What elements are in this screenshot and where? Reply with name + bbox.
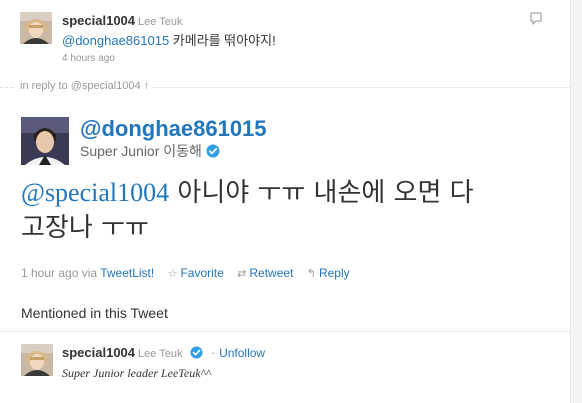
mentioned-username[interactable]: special1004 — [62, 345, 135, 360]
reply-username[interactable]: special1004 — [62, 13, 135, 28]
in-reply-to-bar: in reply to @special1004 ↑ — [0, 77, 570, 97]
arrow-up-icon: ↑ — [143, 80, 150, 92]
tweet-text-line-2: 고장나 ㅜㅠ — [21, 213, 149, 243]
in-reply-to-link[interactable]: in reply to @special1004 ↑ — [14, 80, 154, 92]
retweet-icon: ⇄ — [237, 268, 247, 280]
main-handle[interactable]: @donghae861015 — [80, 116, 267, 142]
client-link[interactable]: TweetList! — [100, 266, 154, 280]
user-avatar-icon[interactable] — [20, 12, 52, 44]
star-icon: ☆ — [167, 268, 178, 280]
reply-fullname: Lee Teuk — [138, 16, 183, 28]
reply-tweet-header: special1004 Lee Teuk — [62, 13, 182, 30]
verified-badge-icon — [206, 144, 220, 158]
reply-tweet-text: @donghae861015 카메라를 떢아야지! — [62, 33, 276, 49]
favorite-label: Favorite — [180, 266, 224, 280]
main-fullname: Super Junior 이동해 — [80, 143, 202, 159]
main-user-avatar-icon[interactable] — [21, 117, 69, 165]
mentioned-fullname: Lee Teuk — [138, 348, 183, 360]
scrollbar[interactable] — [570, 0, 582, 403]
separator-dot: · — [210, 345, 216, 360]
retweet-label: Retweet — [249, 266, 294, 280]
tweet-mention-link[interactable]: @special1004 — [21, 178, 169, 207]
main-fullname-row: Super Junior 이동해 — [80, 142, 220, 160]
mentioned-user-header: special1004 Lee Teuk · Unfollow — [62, 345, 265, 362]
tweet-text-line-1: 아니야 ㅜㅠ 내손에 오면 다 — [169, 178, 474, 208]
tweet-meta-row: 1 hour ago via TweetList! ☆ Favorite ⇄ Ret… — [21, 265, 350, 282]
verified-badge-icon — [190, 346, 203, 359]
reply-icon: ↰ — [306, 268, 316, 280]
speech-bubble-icon[interactable] — [529, 11, 543, 27]
mentioned-user-avatar-icon[interactable] — [21, 344, 53, 376]
reply-timestamp[interactable]: 4 hours ago — [62, 53, 115, 64]
via-label: via — [81, 266, 98, 280]
in-reply-to-label: in reply to @special1004 — [20, 80, 141, 92]
reply-label: Reply — [318, 266, 350, 280]
reply-mention-link[interactable]: @donghae861015 — [62, 33, 169, 48]
favorite-action[interactable]: ☆ Favorite — [168, 266, 224, 280]
retweet-action[interactable]: ⇄ Retweet — [237, 266, 293, 280]
reply-text-body: 카메라를 떢아야지! — [169, 33, 276, 48]
reply-action[interactable]: ↰ Reply — [307, 266, 350, 280]
mentioned-section-title: Mentioned in this Tweet — [21, 305, 168, 321]
unfollow-button[interactable]: Unfollow — [219, 346, 265, 360]
reply-tweet: special1004 Lee Teuk @donghae861015 카메라를 … — [0, 0, 582, 74]
section-divider — [0, 331, 570, 332]
tweet-body: @special1004 아니야 ㅜㅠ 내손에 오면 다 고장나 ㅜㅠ — [21, 175, 566, 245]
tweet-timestamp[interactable]: 1 hour ago — [21, 266, 78, 280]
mentioned-user-bio: Super Junior leader LeeTeuk^^ — [62, 366, 211, 380]
